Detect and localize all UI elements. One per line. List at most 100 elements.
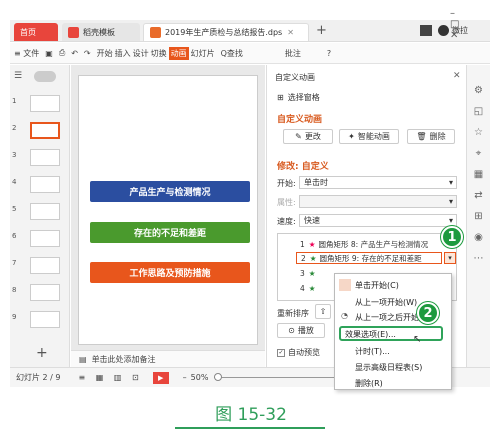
slide-shape-3[interactable]: 工作思路及预防措施 — [90, 262, 250, 283]
close-icon[interactable]: ✕ — [287, 28, 294, 37]
menu-item-click-start[interactable]: 单击开始(C) — [355, 280, 399, 291]
undo-icon[interactable]: ↶ — [71, 49, 78, 58]
search-button[interactable]: Q查找 — [221, 48, 243, 59]
figure-caption: 图 15-32 — [215, 405, 287, 425]
tab-document-label: 2019年生产质检与总结报告.dps — [165, 28, 283, 37]
select-pane-icon: ⊞ — [277, 93, 284, 102]
clock-icon: ◔ — [341, 311, 348, 320]
item-number: 2 — [301, 253, 306, 263]
menu-item-advanced-timeline[interactable]: 显示高级日程表(S) — [355, 362, 422, 373]
speed-value: 快速 — [304, 216, 320, 225]
context-menu: 单击开始(C) 从上一项开始(W) ◔ 从上一项之后开始 效果选项(E)... … — [334, 273, 452, 390]
print-icon[interactable]: ⎙ — [59, 48, 65, 58]
ribbon-animation[interactable]: 动画 — [168, 46, 189, 60]
animation-icon[interactable]: ☆ — [467, 127, 490, 138]
chevron-down-icon: ▾ — [448, 178, 453, 187]
delete-button[interactable]: 🗑 删除 — [407, 129, 455, 144]
view-toggle[interactable] — [34, 71, 56, 82]
reorder-label: 重新排序 — [277, 309, 309, 318]
ribbon-slideshow[interactable]: 幻灯片 — [191, 48, 215, 59]
avatar[interactable] — [438, 25, 449, 36]
slide-thumb-5[interactable] — [30, 203, 60, 220]
outline-icon[interactable]: ☰ — [14, 71, 22, 81]
shape-icon[interactable]: ◱ — [467, 106, 490, 117]
notes-text: 单击此处添加备注 — [91, 354, 156, 364]
style-icon[interactable]: ⚙ — [467, 85, 490, 96]
select-pane-button[interactable]: ⊞ 选择窗格 — [277, 92, 320, 103]
magic-icon: ✦ — [348, 132, 355, 141]
property-select[interactable]: ▾ — [299, 195, 457, 208]
slide-thumb-1[interactable] — [30, 95, 60, 112]
docer-logo-icon — [68, 26, 79, 38]
smart-animation-button[interactable]: ✦ 智能动画 — [339, 129, 399, 144]
step-badge-2: 2 — [417, 302, 439, 324]
ribbon-insert[interactable]: 插入 — [115, 48, 131, 59]
property-icon[interactable]: ⌖ — [467, 148, 490, 159]
window-controls[interactable]: – □ ✕ — [450, 8, 490, 41]
slide-thumb-4[interactable] — [30, 176, 60, 193]
menu-item-effect-options[interactable]: 效果选项(E)... — [345, 329, 396, 340]
tab-template[interactable]: 稻壳模板 — [62, 23, 140, 41]
view-buttons[interactable]: ≡ ▦ ▥ ⊡ — [79, 373, 143, 382]
new-tab-button[interactable]: + — [316, 23, 327, 38]
property-label: 属性: — [277, 198, 296, 207]
trash-icon: 🗑 — [416, 132, 427, 141]
tab-document[interactable]: 2019年生产质检与总结报告.dps ✕ — [143, 23, 309, 41]
play-button[interactable]: ⊙ 播放 — [277, 323, 325, 338]
change-label: 更改 — [304, 132, 321, 141]
menu-item-delete[interactable]: 删除(R) — [355, 378, 383, 389]
thumb-number: 2 — [12, 124, 17, 132]
notes-bar[interactable]: ▤ 单击此处添加备注 — [71, 350, 265, 367]
slide-shape-1[interactable]: 产品生产与检测情况 — [90, 181, 250, 202]
start-value: 单击时 — [304, 178, 328, 187]
slide-thumb-6[interactable] — [30, 230, 60, 247]
slide-thumb-2[interactable] — [30, 122, 60, 139]
add-slide-button[interactable]: + — [36, 345, 48, 361]
tab-template-label: 稻壳模板 — [83, 27, 115, 37]
zoom-handle[interactable] — [214, 373, 223, 381]
backup-icon[interactable]: ⊞ — [467, 211, 490, 222]
thumb-number: 9 — [12, 313, 17, 321]
start-select[interactable]: 单击时 ▾ — [299, 176, 457, 189]
thumb-number: 4 — [12, 178, 17, 186]
change-button[interactable]: ✎ 更改 — [283, 129, 333, 144]
share-icon[interactable]: ◉ — [467, 232, 490, 243]
item-number: 1 — [300, 239, 305, 249]
play-icon[interactable]: ▶ — [152, 371, 169, 384]
caption-underline — [175, 427, 325, 429]
help-button[interactable]: ? — [327, 49, 331, 58]
list-item-1[interactable]: 1 ★ 圆角矩形 8: 产品生产与检测情况 — [300, 238, 458, 250]
slide-thumb-7[interactable] — [30, 257, 60, 274]
autopreview-checkbox[interactable]: ✓ 自动预览 — [277, 347, 320, 358]
redo-icon[interactable]: ↷ — [84, 49, 91, 58]
zoom-out-icon[interactable]: – — [183, 373, 187, 382]
slide[interactable]: 产品生产与检测情况 存在的不足和差距 工作思路及预防措施 — [78, 75, 258, 345]
item-dropdown-button[interactable]: ▾ — [444, 252, 456, 264]
tab-home[interactable]: 首页 — [14, 23, 58, 41]
cursor-icon: ↖ — [413, 334, 422, 345]
list-item-2[interactable]: 2 ★ 圆角矩形 9: 存在的不足和差距 — [296, 252, 442, 264]
ribbon-design[interactable]: 设计 — [133, 48, 149, 59]
close-panel-icon[interactable]: ✕ — [453, 71, 461, 81]
menu-item-timing[interactable]: 计时(T)... — [355, 346, 390, 357]
file-menu[interactable]: ≡ 文件 — [14, 48, 39, 59]
slide-thumb-9[interactable] — [30, 311, 60, 328]
ribbon-switch[interactable]: 切换 — [151, 48, 167, 59]
window-icon[interactable] — [420, 25, 432, 36]
comment-button[interactable]: 批注 — [285, 48, 301, 59]
menu-item-with-previous[interactable]: 从上一项开始(W) — [355, 297, 417, 308]
move-up-button[interactable]: ⇧ — [315, 304, 331, 319]
delete-label: 删除 — [429, 132, 446, 141]
slide-thumb-8[interactable] — [30, 284, 60, 301]
checkbox-icon: ✓ — [277, 348, 285, 357]
slide-shape-2[interactable]: 存在的不足和差距 — [90, 222, 250, 243]
more-icon[interactable]: ⋯ — [467, 253, 490, 264]
slide-thumb-3[interactable] — [30, 149, 60, 166]
transition-icon[interactable]: ⇄ — [467, 190, 490, 201]
star-icon: ★ — [309, 253, 317, 263]
item-number: 4 — [300, 283, 305, 293]
save-icon[interactable]: ▣ — [45, 49, 53, 58]
speed-select[interactable]: 快速 ▾ — [299, 214, 457, 227]
ribbon-start[interactable]: 开始 — [97, 48, 113, 59]
table-icon[interactable]: ▦ — [467, 169, 490, 180]
